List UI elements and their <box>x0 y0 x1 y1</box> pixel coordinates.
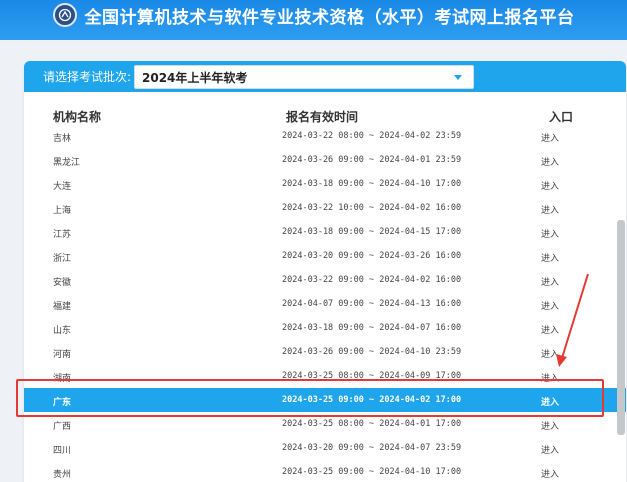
enter-link[interactable]: 进入 <box>541 323 559 336</box>
registration-period: 2024-03-25 09:00 ~ 2024-04-02 17:00 <box>282 395 462 405</box>
enter-link[interactable]: 进入 <box>541 395 559 408</box>
registration-period: 2024-03-18 09:00 ~ 2024-04-15 17:00 <box>282 227 462 237</box>
column-header-institution: 机构名称 <box>53 110 102 124</box>
table-row[interactable]: 湖南 2024-03-25 08:00 ~ 2024-04-09 17:00 进入 <box>24 364 626 388</box>
enter-link[interactable]: 进入 <box>541 275 559 288</box>
registration-card: 请选择考试批次: 2024年上半年软考 机构名称 报名有效时间 入口 吉林 202… <box>24 61 626 482</box>
registration-period: 2024-03-20 09:00 ~ 2024-04-07 23:59 <box>282 443 462 453</box>
institution-name: 黑龙江 <box>53 158 81 168</box>
top-banner: 全国计算机技术与软件专业技术资格（水平）考试网上报名平台 <box>0 0 627 40</box>
chevron-down-icon <box>454 75 462 80</box>
table-body: 吉林 2024-03-22 08:00 ~ 2024-04-02 23:59 进入黑… <box>24 130 626 482</box>
batch-selected-value: 2024年上半年软考 <box>142 70 248 85</box>
registration-period: 2024-03-18 09:00 ~ 2024-04-10 17:00 <box>282 179 462 189</box>
enter-link[interactable]: 进入 <box>541 251 559 264</box>
enter-link[interactable]: 进入 <box>541 155 559 168</box>
column-header-time: 报名有效时间 <box>286 110 359 124</box>
institution-name: 江苏 <box>53 230 72 240</box>
enter-link[interactable]: 进入 <box>541 227 559 240</box>
enter-link[interactable]: 进入 <box>541 467 559 480</box>
table-row[interactable]: 安徽 2024-03-22 09:00 ~ 2024-04-02 16:00 进入 <box>24 268 626 292</box>
batch-select[interactable]: 2024年上半年软考 <box>134 65 474 89</box>
batch-selector-bar: 请选择考试批次: 2024年上半年软考 <box>24 61 626 92</box>
institution-name: 大连 <box>53 182 72 192</box>
registration-period: 2024-03-25 09:00 ~ 2024-04-10 17:00 <box>282 467 462 477</box>
table-row[interactable]: 贵州 2024-03-25 09:00 ~ 2024-04-10 17:00 进入 <box>24 460 626 482</box>
site-logo-icon <box>52 3 77 27</box>
table-row[interactable]: 大连 2024-03-18 09:00 ~ 2024-04-10 17:00 进入 <box>24 172 626 196</box>
enter-link[interactable]: 进入 <box>541 299 559 312</box>
enter-link[interactable]: 进入 <box>541 347 559 360</box>
registration-period: 2024-03-26 09:00 ~ 2024-04-10 23:59 <box>282 347 462 357</box>
enter-link[interactable]: 进入 <box>541 371 559 384</box>
table-row[interactable]: 四川 2024-03-20 09:00 ~ 2024-04-07 23:59 进入 <box>24 436 626 460</box>
institution-name: 广西 <box>53 422 72 432</box>
table-row[interactable]: 广东 2024-03-25 09:00 ~ 2024-04-02 17:00 进入 <box>24 388 626 412</box>
table-row[interactable]: 上海 2024-03-22 10:00 ~ 2024-04-02 16:00 进入 <box>24 196 626 220</box>
enter-link[interactable]: 进入 <box>541 443 559 456</box>
column-header-entry: 入口 <box>549 110 574 124</box>
registration-period: 2024-03-20 09:00 ~ 2024-03-26 16:00 <box>282 251 462 261</box>
institution-name: 贵州 <box>53 470 72 480</box>
table-row[interactable]: 河南 2024-03-26 09:00 ~ 2024-04-10 23:59 进入 <box>24 340 626 364</box>
registration-period: 2024-03-25 08:00 ~ 2024-04-01 17:00 <box>282 419 462 429</box>
enter-link[interactable]: 进入 <box>541 419 559 432</box>
institution-name: 山东 <box>53 326 72 336</box>
registration-period: 2024-03-22 08:00 ~ 2024-04-02 23:59 <box>282 131 462 141</box>
table-row[interactable]: 浙江 2024-03-20 09:00 ~ 2024-03-26 16:00 进入 <box>24 244 626 268</box>
table-row[interactable]: 黑龙江 2024-03-26 09:00 ~ 2024-04-01 23:59 进入 <box>24 148 626 172</box>
enter-link[interactable]: 进入 <box>541 203 559 216</box>
institution-name: 广东 <box>53 398 72 408</box>
registration-period: 2024-03-22 09:00 ~ 2024-04-02 16:00 <box>282 275 462 285</box>
registration-period: 2024-03-25 08:00 ~ 2024-04-09 17:00 <box>282 371 462 381</box>
batch-label: 请选择考试批次: <box>43 70 132 84</box>
institution-name: 浙江 <box>53 254 72 264</box>
enter-link[interactable]: 进入 <box>541 131 559 144</box>
institution-name: 福建 <box>53 302 72 312</box>
site-title: 全国计算机技术与软件专业技术资格（水平）考试网上报名平台 <box>84 7 575 28</box>
institution-name: 安徽 <box>53 278 72 288</box>
institution-table: 吉林 2024-03-22 08:00 ~ 2024-04-02 23:59 进入黑… <box>24 130 626 482</box>
enter-link[interactable]: 进入 <box>541 179 559 192</box>
table-row[interactable]: 江苏 2024-03-18 09:00 ~ 2024-04-15 17:00 进入 <box>24 220 626 244</box>
table-row[interactable]: 吉林 2024-03-22 08:00 ~ 2024-04-02 23:59 进入 <box>24 130 626 148</box>
registration-period: 2024-03-22 10:00 ~ 2024-04-02 16:00 <box>282 203 462 213</box>
institution-name: 吉林 <box>53 134 72 144</box>
institution-name: 上海 <box>53 206 72 216</box>
registration-period: 2024-03-26 09:00 ~ 2024-04-01 23:59 <box>282 155 462 165</box>
registration-period: 2024-04-07 09:00 ~ 2024-04-13 16:00 <box>282 299 462 309</box>
table-row[interactable]: 广西 2024-03-25 08:00 ~ 2024-04-01 17:00 进入 <box>24 412 626 436</box>
table-row[interactable]: 福建 2024-04-07 09:00 ~ 2024-04-13 16:00 进入 <box>24 292 626 316</box>
institution-name: 四川 <box>53 446 72 456</box>
table-row[interactable]: 山东 2024-03-18 09:00 ~ 2024-04-07 16:00 进入 <box>24 316 626 340</box>
scrollbar[interactable] <box>617 220 625 435</box>
institution-name: 湖南 <box>53 374 72 384</box>
registration-period: 2024-03-18 09:00 ~ 2024-04-07 16:00 <box>282 323 462 333</box>
institution-name: 河南 <box>53 350 72 360</box>
